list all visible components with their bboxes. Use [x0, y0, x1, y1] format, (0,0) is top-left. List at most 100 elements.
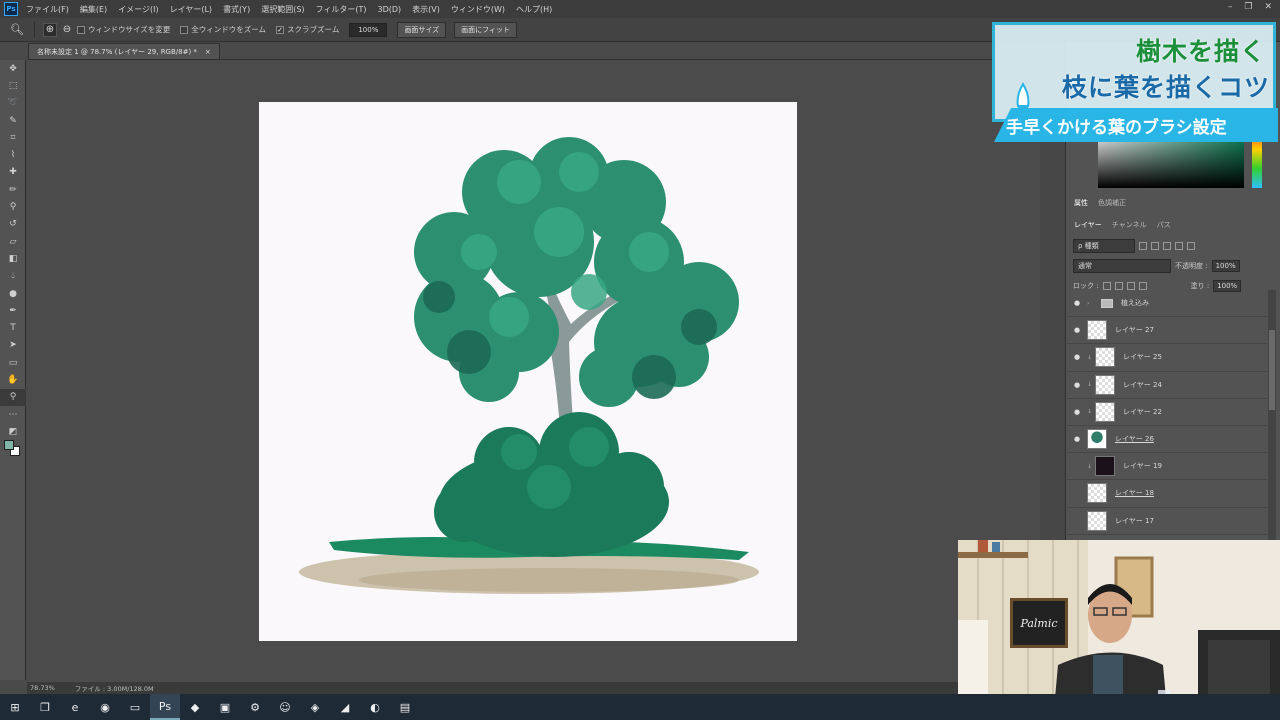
path-select-tool-icon[interactable]: ➤ [0, 337, 26, 354]
opacity-field[interactable]: 100% [1211, 260, 1240, 272]
gradient-tool-icon[interactable]: ◧ [0, 250, 26, 267]
app-icon-3[interactable]: ⚙ [240, 694, 270, 720]
chrome-browser-icon[interactable]: ◉ [90, 694, 120, 720]
filter-type-icon[interactable] [1163, 242, 1171, 250]
edge-browser-icon[interactable]: e [60, 694, 90, 720]
layers-scrollbar[interactable] [1268, 290, 1276, 540]
menu-layer[interactable]: レイヤー(L) [170, 4, 212, 15]
menu-type[interactable]: 書式(Y) [223, 4, 250, 15]
close-icon[interactable]: ✕ [1264, 2, 1272, 12]
default-colors-icon[interactable]: ◩ [0, 423, 26, 440]
resize-windows-checkbox[interactable]: ウィンドウサイズを変更 [77, 24, 170, 35]
history-brush-tool-icon[interactable]: ↺ [0, 216, 26, 233]
blur-tool-icon[interactable]: 💧︎ [0, 268, 26, 285]
zoom-all-checkbox[interactable]: 全ウィンドウをズーム [180, 24, 266, 35]
folder-expand-icon[interactable]: › [1087, 300, 1093, 307]
lock-brush-icon[interactable] [1114, 282, 1123, 290]
more-tools-icon[interactable]: ⋯ [0, 406, 26, 423]
layer-row[interactable]: ● ↓ レイヤー 22 [1067, 399, 1267, 426]
document-tab[interactable]: 名称未設定 1 @ 78.7% (レイヤー 29, RGB/8#) * × [28, 43, 220, 60]
filter-pixel-icon[interactable] [1139, 242, 1147, 250]
layer-row[interactable]: ● › 植え込み [1067, 290, 1267, 318]
marquee-tool-icon[interactable]: ⬚ [0, 77, 26, 94]
scrollbar-thumb[interactable] [1269, 330, 1275, 410]
scrubby-zoom-checkbox[interactable]: ✓ スクラブズーム [276, 24, 339, 35]
eye-icon[interactable]: ● [1067, 408, 1087, 416]
menu-edit[interactable]: 編集(E) [80, 4, 107, 15]
layer-row[interactable]: ● レイヤー 26 [1067, 426, 1267, 454]
menu-file[interactable]: ファイル(F) [26, 4, 69, 15]
lasso-tool-icon[interactable]: ➰ [0, 95, 26, 112]
zoom-value-field[interactable]: 100% [349, 22, 388, 37]
minimize-icon[interactable]: – [1228, 2, 1233, 12]
foreground-color-swatch[interactable] [4, 440, 14, 450]
layer-row[interactable]: レイヤー 17 [1067, 508, 1267, 535]
eye-icon[interactable]: ● [1067, 435, 1087, 443]
menu-image[interactable]: イメージ(I) [118, 4, 158, 15]
artboard[interactable] [259, 102, 797, 641]
eye-icon[interactable]: ● [1067, 381, 1087, 389]
pen-tool-icon[interactable]: ✒ [0, 302, 26, 319]
eye-icon[interactable]: ● [1067, 299, 1087, 307]
layer-row[interactable]: ↓ レイヤー 19 [1067, 453, 1267, 481]
app-icon-1[interactable]: ◆ [180, 694, 210, 720]
app-icon-4[interactable]: ☺ [270, 694, 300, 720]
app-icon-6[interactable]: ◢ [330, 694, 360, 720]
canvas-workspace[interactable] [27, 60, 1040, 682]
layer-row[interactable]: レイヤー 18 [1067, 480, 1267, 508]
filter-shape-icon[interactable] [1175, 242, 1183, 250]
filter-smart-icon[interactable] [1187, 242, 1195, 250]
tab-layers[interactable]: レイヤー [1074, 220, 1102, 230]
tab-channels[interactable]: チャンネル [1112, 220, 1147, 230]
move-tool-icon[interactable]: ✥ [0, 60, 26, 77]
lock-position-icon[interactable] [1126, 282, 1135, 290]
app-icon-8[interactable]: ▤ [390, 694, 420, 720]
status-zoom[interactable]: 78.73% [30, 684, 55, 692]
menu-select[interactable]: 選択範囲(S) [261, 4, 304, 15]
photoshop-taskbar-icon[interactable]: Ps [150, 694, 180, 720]
layer-kind-filter[interactable]: ρ 種類 [1073, 239, 1135, 253]
eyedropper-tool-icon[interactable]: ⌇ [0, 146, 26, 163]
lock-pixels-icon[interactable] [1102, 282, 1111, 290]
brush-tool-icon[interactable]: ✏ [0, 181, 26, 198]
tab-paths[interactable]: パス [1157, 220, 1171, 230]
zoom-tool-icon[interactable]: ⚲ [0, 388, 26, 406]
healing-brush-tool-icon[interactable]: ✚ [0, 164, 26, 181]
windows-start-icon[interactable]: ⊞ [0, 694, 30, 720]
document-tab-close-icon[interactable]: × [205, 48, 211, 56]
app-icon-7[interactable]: ◐ [360, 694, 390, 720]
eraser-tool-icon[interactable]: ▱ [0, 233, 26, 250]
menu-help[interactable]: ヘルプ(H) [516, 4, 552, 15]
hand-tool-icon[interactable]: ✋ [0, 371, 26, 388]
menu-view[interactable]: 表示(V) [412, 4, 440, 15]
dodge-tool-icon[interactable]: ● [0, 285, 26, 302]
quick-select-tool-icon[interactable]: ✎ [0, 112, 26, 129]
tab-adjustments[interactable]: 色調補正 [1098, 198, 1126, 208]
menu-3d[interactable]: 3D(D) [378, 5, 402, 14]
layer-row[interactable]: ● ↓ レイヤー 25 [1067, 344, 1267, 372]
shape-tool-icon[interactable]: ▭ [0, 354, 26, 371]
fit-screen-button[interactable]: 画面サイズ [397, 21, 447, 38]
app-icon-2[interactable]: ▣ [210, 694, 240, 720]
fill-screen-button[interactable]: 画面にフィット [454, 21, 518, 38]
photoshop-logo-icon[interactable]: Ps [4, 2, 18, 16]
crop-tool-icon[interactable]: ⌗ [0, 129, 26, 146]
eye-icon[interactable]: ● [1067, 326, 1087, 334]
blend-mode-select[interactable]: 通常 [1073, 259, 1171, 273]
zoom-tool-preset-icon[interactable]: 🔍︎ [8, 21, 26, 39]
menu-window[interactable]: ウィンドウ(W) [451, 4, 505, 15]
zoom-out-icon[interactable]: ⊖ [60, 23, 74, 37]
layer-row[interactable]: ● ↓ レイヤー 24 [1067, 372, 1267, 399]
zoom-in-icon[interactable]: ⊕ [43, 22, 57, 37]
restore-icon[interactable]: ❐ [1244, 2, 1252, 12]
app-icon-5[interactable]: ◈ [300, 694, 330, 720]
stamp-tool-icon[interactable]: ⚲ [0, 198, 26, 215]
eye-icon[interactable]: ● [1067, 353, 1087, 361]
layer-row[interactable]: ● レイヤー 27 [1067, 317, 1267, 345]
lock-all-icon[interactable] [1138, 282, 1147, 290]
filter-adjust-icon[interactable] [1151, 242, 1159, 250]
file-explorer-icon[interactable]: ▭ [120, 694, 150, 720]
type-tool-icon[interactable]: T [0, 319, 26, 336]
task-view-icon[interactable]: ❐ [30, 694, 60, 720]
menu-filter[interactable]: フィルター(T) [316, 4, 367, 15]
